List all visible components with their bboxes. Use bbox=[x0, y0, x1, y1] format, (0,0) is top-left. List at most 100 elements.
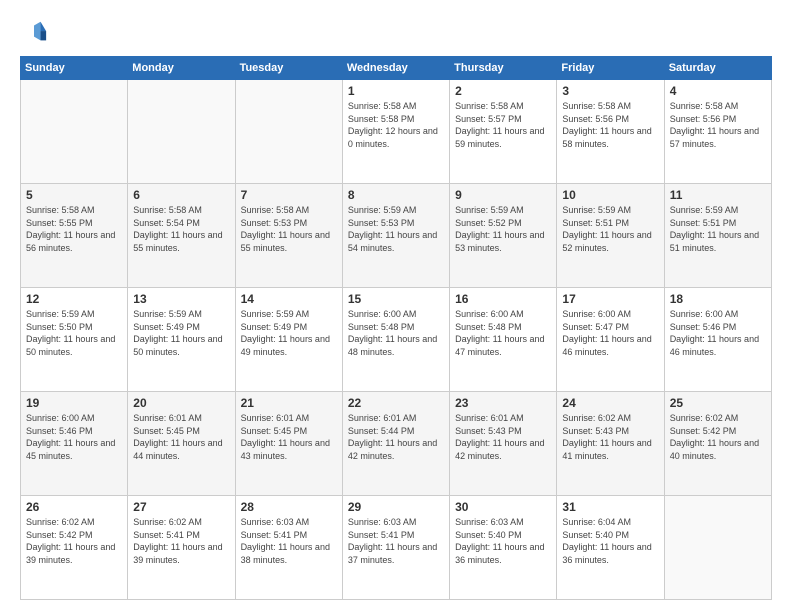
day-number: 1 bbox=[348, 84, 444, 98]
calendar-cell: 4 Sunrise: 5:58 AMSunset: 5:56 PMDayligh… bbox=[664, 80, 771, 184]
day-info: Sunrise: 6:02 AMSunset: 5:42 PMDaylight:… bbox=[670, 413, 759, 461]
calendar-cell: 11 Sunrise: 5:59 AMSunset: 5:51 PMDaylig… bbox=[664, 184, 771, 288]
weekday-header-tuesday: Tuesday bbox=[235, 57, 342, 80]
day-info: Sunrise: 5:59 AMSunset: 5:49 PMDaylight:… bbox=[241, 309, 330, 357]
day-number: 16 bbox=[455, 292, 551, 306]
calendar-cell: 3 Sunrise: 5:58 AMSunset: 5:56 PMDayligh… bbox=[557, 80, 664, 184]
day-number: 8 bbox=[348, 188, 444, 202]
calendar-cell: 22 Sunrise: 6:01 AMSunset: 5:44 PMDaylig… bbox=[342, 392, 449, 496]
calendar-cell: 8 Sunrise: 5:59 AMSunset: 5:53 PMDayligh… bbox=[342, 184, 449, 288]
day-number: 4 bbox=[670, 84, 766, 98]
calendar-cell: 29 Sunrise: 6:03 AMSunset: 5:41 PMDaylig… bbox=[342, 496, 449, 600]
calendar-cell: 14 Sunrise: 5:59 AMSunset: 5:49 PMDaylig… bbox=[235, 288, 342, 392]
day-number: 25 bbox=[670, 396, 766, 410]
day-info: Sunrise: 6:04 AMSunset: 5:40 PMDaylight:… bbox=[562, 517, 651, 565]
day-info: Sunrise: 6:02 AMSunset: 5:43 PMDaylight:… bbox=[562, 413, 651, 461]
day-number: 20 bbox=[133, 396, 229, 410]
day-number: 27 bbox=[133, 500, 229, 514]
calendar-cell: 9 Sunrise: 5:59 AMSunset: 5:52 PMDayligh… bbox=[450, 184, 557, 288]
day-info: Sunrise: 5:59 AMSunset: 5:51 PMDaylight:… bbox=[562, 205, 651, 253]
calendar-cell: 26 Sunrise: 6:02 AMSunset: 5:42 PMDaylig… bbox=[21, 496, 128, 600]
day-number: 14 bbox=[241, 292, 337, 306]
day-number: 28 bbox=[241, 500, 337, 514]
day-info: Sunrise: 6:00 AMSunset: 5:48 PMDaylight:… bbox=[455, 309, 544, 357]
day-number: 13 bbox=[133, 292, 229, 306]
calendar-cell bbox=[128, 80, 235, 184]
calendar-cell: 16 Sunrise: 6:00 AMSunset: 5:48 PMDaylig… bbox=[450, 288, 557, 392]
calendar-header-row: SundayMondayTuesdayWednesdayThursdayFrid… bbox=[21, 57, 772, 80]
calendar-cell: 6 Sunrise: 5:58 AMSunset: 5:54 PMDayligh… bbox=[128, 184, 235, 288]
day-info: Sunrise: 5:58 AMSunset: 5:54 PMDaylight:… bbox=[133, 205, 222, 253]
weekday-header-monday: Monday bbox=[128, 57, 235, 80]
day-number: 26 bbox=[26, 500, 122, 514]
day-info: Sunrise: 5:58 AMSunset: 5:53 PMDaylight:… bbox=[241, 205, 330, 253]
day-number: 6 bbox=[133, 188, 229, 202]
day-info: Sunrise: 6:02 AMSunset: 5:41 PMDaylight:… bbox=[133, 517, 222, 565]
day-number: 17 bbox=[562, 292, 658, 306]
calendar-cell: 18 Sunrise: 6:00 AMSunset: 5:46 PMDaylig… bbox=[664, 288, 771, 392]
day-info: Sunrise: 5:59 AMSunset: 5:52 PMDaylight:… bbox=[455, 205, 544, 253]
day-info: Sunrise: 5:58 AMSunset: 5:55 PMDaylight:… bbox=[26, 205, 115, 253]
weekday-header-saturday: Saturday bbox=[664, 57, 771, 80]
logo bbox=[20, 18, 52, 46]
calendar-cell: 21 Sunrise: 6:01 AMSunset: 5:45 PMDaylig… bbox=[235, 392, 342, 496]
day-info: Sunrise: 6:02 AMSunset: 5:42 PMDaylight:… bbox=[26, 517, 115, 565]
day-info: Sunrise: 5:59 AMSunset: 5:49 PMDaylight:… bbox=[133, 309, 222, 357]
day-info: Sunrise: 6:00 AMSunset: 5:48 PMDaylight:… bbox=[348, 309, 437, 357]
day-number: 2 bbox=[455, 84, 551, 98]
calendar-week-row: 5 Sunrise: 5:58 AMSunset: 5:55 PMDayligh… bbox=[21, 184, 772, 288]
day-info: Sunrise: 5:58 AMSunset: 5:58 PMDaylight:… bbox=[348, 101, 438, 149]
day-number: 30 bbox=[455, 500, 551, 514]
day-number: 10 bbox=[562, 188, 658, 202]
day-number: 29 bbox=[348, 500, 444, 514]
calendar-cell: 30 Sunrise: 6:03 AMSunset: 5:40 PMDaylig… bbox=[450, 496, 557, 600]
day-info: Sunrise: 6:01 AMSunset: 5:45 PMDaylight:… bbox=[241, 413, 330, 461]
header bbox=[20, 18, 772, 46]
day-info: Sunrise: 6:03 AMSunset: 5:40 PMDaylight:… bbox=[455, 517, 544, 565]
day-info: Sunrise: 5:59 AMSunset: 5:51 PMDaylight:… bbox=[670, 205, 759, 253]
day-info: Sunrise: 6:00 AMSunset: 5:47 PMDaylight:… bbox=[562, 309, 651, 357]
day-number: 5 bbox=[26, 188, 122, 202]
day-info: Sunrise: 5:58 AMSunset: 5:56 PMDaylight:… bbox=[562, 101, 651, 149]
calendar-cell: 10 Sunrise: 5:59 AMSunset: 5:51 PMDaylig… bbox=[557, 184, 664, 288]
day-number: 21 bbox=[241, 396, 337, 410]
calendar-cell: 5 Sunrise: 5:58 AMSunset: 5:55 PMDayligh… bbox=[21, 184, 128, 288]
day-info: Sunrise: 6:03 AMSunset: 5:41 PMDaylight:… bbox=[241, 517, 330, 565]
calendar-cell bbox=[21, 80, 128, 184]
day-info: Sunrise: 5:58 AMSunset: 5:56 PMDaylight:… bbox=[670, 101, 759, 149]
page: SundayMondayTuesdayWednesdayThursdayFrid… bbox=[0, 0, 792, 612]
day-number: 19 bbox=[26, 396, 122, 410]
day-info: Sunrise: 5:59 AMSunset: 5:50 PMDaylight:… bbox=[26, 309, 115, 357]
day-info: Sunrise: 6:01 AMSunset: 5:44 PMDaylight:… bbox=[348, 413, 437, 461]
calendar-cell: 24 Sunrise: 6:02 AMSunset: 5:43 PMDaylig… bbox=[557, 392, 664, 496]
calendar-cell bbox=[235, 80, 342, 184]
day-info: Sunrise: 6:01 AMSunset: 5:43 PMDaylight:… bbox=[455, 413, 544, 461]
day-number: 7 bbox=[241, 188, 337, 202]
calendar-cell: 13 Sunrise: 5:59 AMSunset: 5:49 PMDaylig… bbox=[128, 288, 235, 392]
calendar-cell bbox=[664, 496, 771, 600]
weekday-header-friday: Friday bbox=[557, 57, 664, 80]
calendar-table: SundayMondayTuesdayWednesdayThursdayFrid… bbox=[20, 56, 772, 600]
calendar-week-row: 12 Sunrise: 5:59 AMSunset: 5:50 PMDaylig… bbox=[21, 288, 772, 392]
day-number: 3 bbox=[562, 84, 658, 98]
day-number: 18 bbox=[670, 292, 766, 306]
day-number: 9 bbox=[455, 188, 551, 202]
calendar-cell: 19 Sunrise: 6:00 AMSunset: 5:46 PMDaylig… bbox=[21, 392, 128, 496]
day-info: Sunrise: 5:58 AMSunset: 5:57 PMDaylight:… bbox=[455, 101, 544, 149]
calendar-week-row: 26 Sunrise: 6:02 AMSunset: 5:42 PMDaylig… bbox=[21, 496, 772, 600]
calendar-cell: 1 Sunrise: 5:58 AMSunset: 5:58 PMDayligh… bbox=[342, 80, 449, 184]
weekday-header-thursday: Thursday bbox=[450, 57, 557, 80]
weekday-header-wednesday: Wednesday bbox=[342, 57, 449, 80]
calendar-cell: 23 Sunrise: 6:01 AMSunset: 5:43 PMDaylig… bbox=[450, 392, 557, 496]
day-info: Sunrise: 6:00 AMSunset: 5:46 PMDaylight:… bbox=[26, 413, 115, 461]
day-info: Sunrise: 6:03 AMSunset: 5:41 PMDaylight:… bbox=[348, 517, 437, 565]
calendar-cell: 7 Sunrise: 5:58 AMSunset: 5:53 PMDayligh… bbox=[235, 184, 342, 288]
day-number: 12 bbox=[26, 292, 122, 306]
day-number: 15 bbox=[348, 292, 444, 306]
calendar-cell: 15 Sunrise: 6:00 AMSunset: 5:48 PMDaylig… bbox=[342, 288, 449, 392]
calendar-week-row: 1 Sunrise: 5:58 AMSunset: 5:58 PMDayligh… bbox=[21, 80, 772, 184]
calendar-cell: 28 Sunrise: 6:03 AMSunset: 5:41 PMDaylig… bbox=[235, 496, 342, 600]
calendar-cell: 2 Sunrise: 5:58 AMSunset: 5:57 PMDayligh… bbox=[450, 80, 557, 184]
calendar-cell: 20 Sunrise: 6:01 AMSunset: 5:45 PMDaylig… bbox=[128, 392, 235, 496]
calendar-cell: 17 Sunrise: 6:00 AMSunset: 5:47 PMDaylig… bbox=[557, 288, 664, 392]
